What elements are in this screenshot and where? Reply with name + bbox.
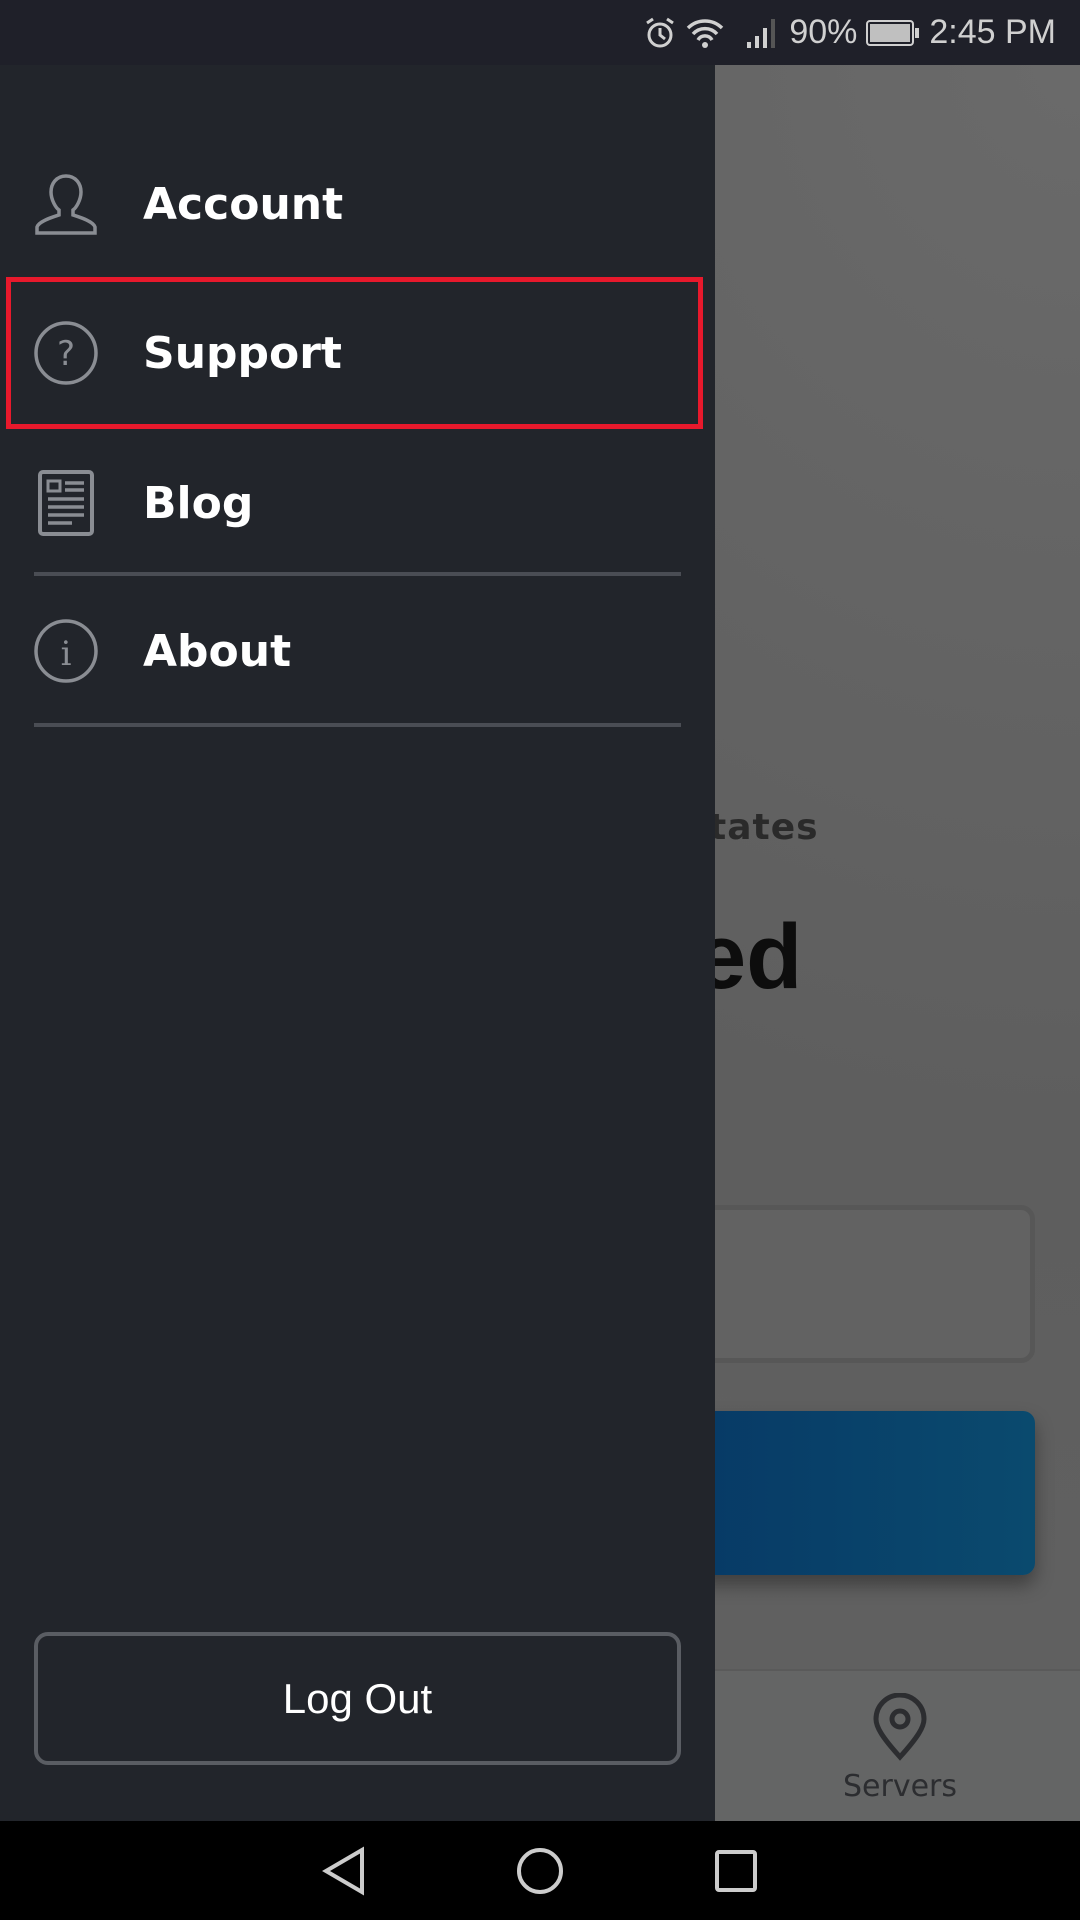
divider bbox=[34, 572, 681, 576]
menu-item-label: Blog bbox=[143, 477, 254, 529]
tab-servers: Servers bbox=[835, 1692, 965, 1804]
user-icon bbox=[35, 174, 97, 235]
main-screen-dimmed: tates ed Servers bbox=[695, 65, 1080, 1821]
wifi-icon bbox=[687, 18, 724, 48]
battery-icon bbox=[866, 19, 920, 46]
newspaper-icon bbox=[38, 470, 94, 536]
menu-item-blog[interactable]: Blog bbox=[0, 429, 715, 577]
menu-item-account[interactable]: Account bbox=[0, 130, 715, 278]
bottom-nav: Servers bbox=[715, 1669, 1080, 1821]
clock: 2:45 PM bbox=[929, 13, 1056, 51]
server-selector bbox=[695, 1205, 1035, 1363]
location-text: tates bbox=[709, 807, 819, 848]
signal-icon bbox=[747, 18, 776, 48]
tab-servers-label: Servers bbox=[842, 1769, 957, 1804]
home-icon[interactable] bbox=[516, 1847, 564, 1895]
alarm-icon bbox=[646, 17, 675, 47]
info-circle-icon: i bbox=[34, 619, 98, 683]
map-pin-icon bbox=[873, 1692, 927, 1761]
selection-highlight bbox=[6, 277, 703, 429]
recents-icon[interactable] bbox=[714, 1849, 758, 1893]
svg-text:i: i bbox=[61, 634, 72, 674]
connect-button bbox=[695, 1411, 1035, 1575]
menu-item-about[interactable]: i About bbox=[0, 577, 715, 725]
menu-item-label: Account bbox=[143, 178, 344, 230]
logout-button[interactable]: Log Out bbox=[34, 1632, 681, 1765]
back-icon[interactable] bbox=[322, 1846, 366, 1896]
system-nav-bar bbox=[0, 1821, 1080, 1920]
status-bar: 90% 2:45 PM bbox=[0, 0, 1080, 65]
divider bbox=[34, 723, 681, 727]
navigation-drawer: Account ? Support Blog i About Log Out bbox=[0, 65, 715, 1821]
menu-item-label: About bbox=[143, 625, 292, 677]
battery-percent: 90% bbox=[789, 13, 858, 51]
